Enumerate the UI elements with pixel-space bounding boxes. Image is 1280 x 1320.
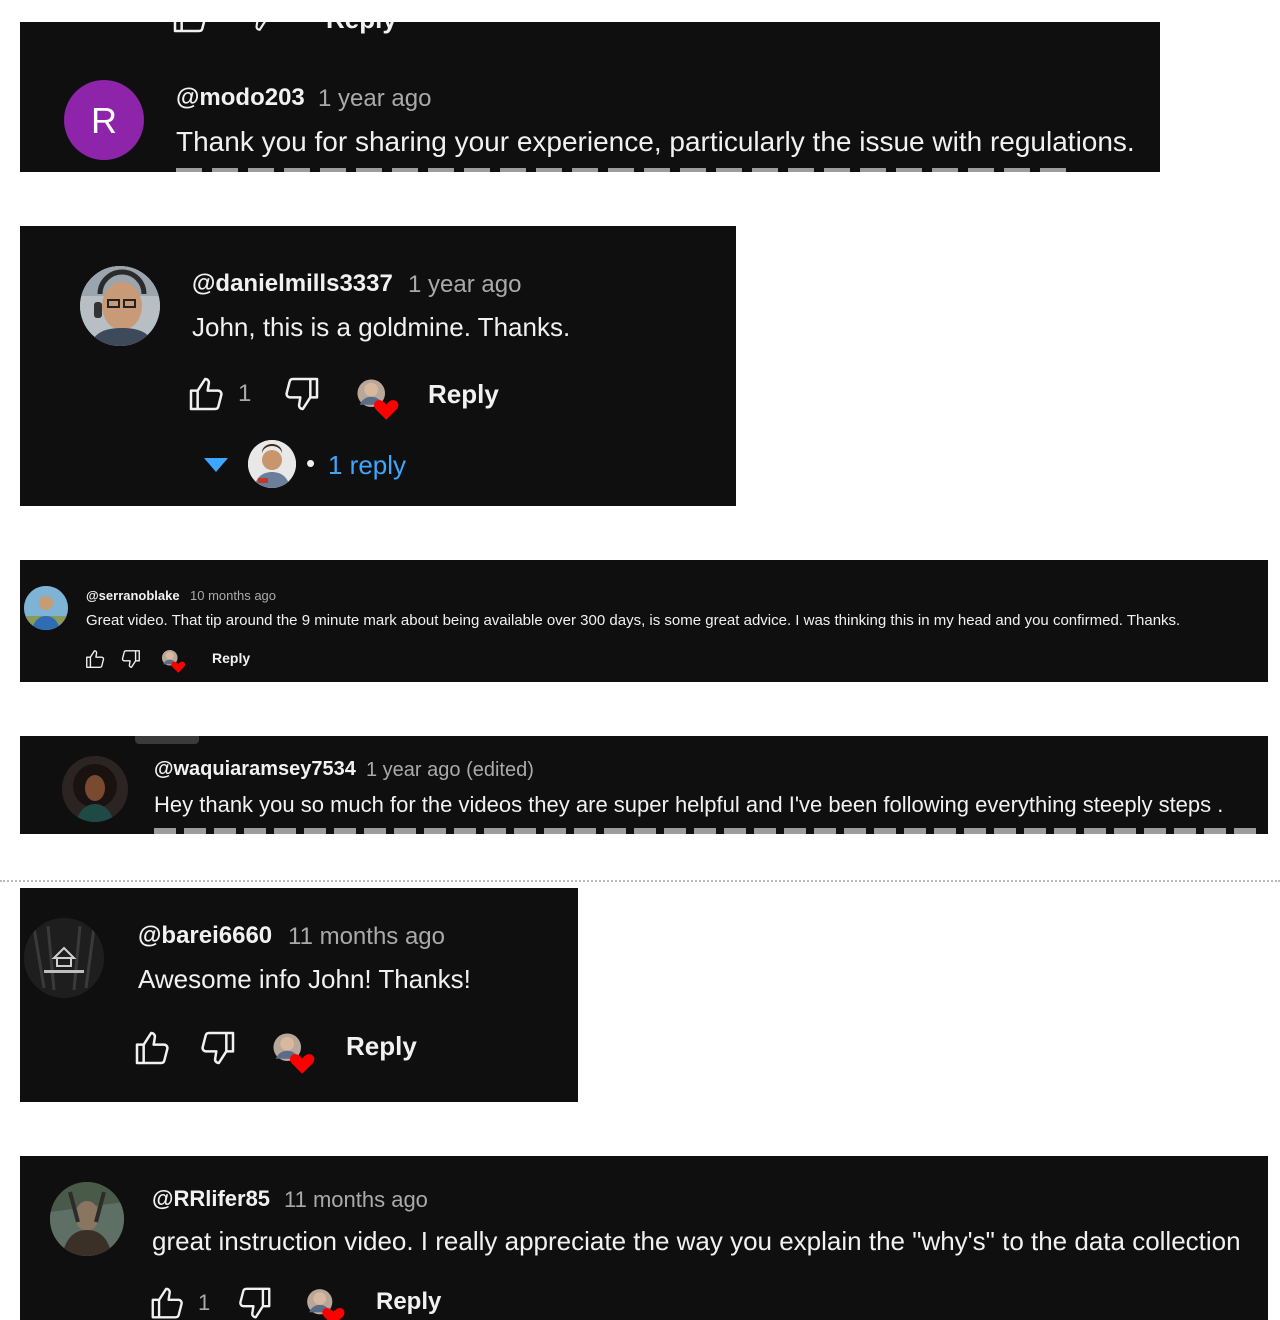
comment-author[interactable]: @danielmills3337 xyxy=(192,270,393,298)
comment-card-danielmills3337: @danielmills3337 1 year ago John, this i… xyxy=(20,226,736,506)
cut-off-text-fragment xyxy=(154,828,1264,834)
thumbs-up-icon[interactable] xyxy=(186,374,226,414)
cut-off-text-fragment xyxy=(176,168,1076,172)
thumbs-up-icon[interactable] xyxy=(170,22,210,36)
view-replies-button[interactable]: • 1 reply xyxy=(202,438,422,490)
comment-timestamp[interactable]: 10 months ago xyxy=(190,588,276,603)
tooltip-fragment xyxy=(135,736,199,744)
comment-text: great instruction video. I really apprec… xyxy=(152,1226,1241,1256)
comment-author[interactable]: @waquiaramsey7534 xyxy=(154,758,356,781)
replies-count-link[interactable]: 1 reply xyxy=(328,450,406,481)
comment-text: Hey thank you so much for the videos the… xyxy=(154,792,1224,817)
reply-separator: • xyxy=(306,448,316,478)
creator-avatar xyxy=(248,440,296,488)
chevron-down-icon xyxy=(204,458,228,472)
comment-card-RRlifer85: @RRlifer85 11 months ago great instructi… xyxy=(20,1156,1268,1320)
thumbs-down-icon[interactable] xyxy=(242,22,276,34)
comment-text: Awesome info John! Thanks! xyxy=(138,964,471,994)
avatar[interactable] xyxy=(80,266,160,346)
creator-heart-icon xyxy=(270,1030,316,1076)
reply-button[interactable]: Reply xyxy=(428,379,499,410)
dotted-divider xyxy=(0,880,1280,882)
comment-timestamp[interactable]: 1 year ago (edited) xyxy=(366,759,534,782)
comment-text: John, this is a goldmine. Thanks. xyxy=(192,312,571,342)
comment-card-waquiaramsey7534: @waquiaramsey7534 1 year ago (edited) He… xyxy=(20,736,1268,834)
creator-heart-icon xyxy=(354,376,400,422)
comment-author[interactable]: @barei6660 xyxy=(138,922,272,950)
reply-button[interactable]: Reply xyxy=(326,22,397,35)
thumbs-down-icon[interactable] xyxy=(198,1028,238,1068)
thumbs-down-icon[interactable] xyxy=(282,374,322,414)
avatar[interactable] xyxy=(24,918,104,998)
comment-card-barei6660: @barei6660 11 months ago Awesome info Jo… xyxy=(20,888,578,1102)
creator-heart-icon xyxy=(160,648,186,674)
comment-card-serranoblake: @serranoblake 10 months ago Great video.… xyxy=(20,560,1268,682)
avatar-letter: R xyxy=(91,100,117,141)
thumbs-up-icon[interactable] xyxy=(84,648,106,670)
comment-text: Great video. That tip around the 9 minut… xyxy=(86,612,1181,629)
avatar-photo xyxy=(80,266,160,346)
like-count: 1 xyxy=(238,380,252,407)
creator-heart-icon xyxy=(304,1286,346,1320)
thumbs-up-icon[interactable] xyxy=(132,1028,172,1068)
comment-timestamp[interactable]: 11 months ago xyxy=(288,923,445,951)
avatar[interactable] xyxy=(62,756,128,822)
comment-author[interactable]: @modo203 xyxy=(176,84,305,112)
avatar[interactable]: R xyxy=(64,80,144,160)
thumbs-down-icon[interactable] xyxy=(120,648,142,670)
like-count: 1 xyxy=(198,1290,211,1315)
reply-button[interactable]: Reply xyxy=(346,1031,417,1062)
comment-timestamp[interactable]: 1 year ago xyxy=(408,271,521,299)
reply-button[interactable]: Reply xyxy=(376,1288,441,1316)
thumbs-down-icon[interactable] xyxy=(236,1284,274,1320)
comment-timestamp[interactable]: 1 year ago xyxy=(318,85,431,113)
comment-author[interactable]: @serranoblake xyxy=(86,588,180,603)
reply-button[interactable]: Reply xyxy=(212,650,250,666)
comment-card-modo203: Reply R @modo203 1 year ago Thank you fo… xyxy=(20,22,1160,172)
avatar[interactable] xyxy=(50,1182,124,1256)
comment-text: Thank you for sharing your experience, p… xyxy=(176,126,1135,157)
comment-author[interactable]: @RRlifer85 xyxy=(152,1186,270,1212)
avatar[interactable] xyxy=(24,586,68,630)
comment-timestamp[interactable]: 11 months ago xyxy=(284,1187,428,1213)
thumbs-up-icon[interactable] xyxy=(148,1284,186,1320)
